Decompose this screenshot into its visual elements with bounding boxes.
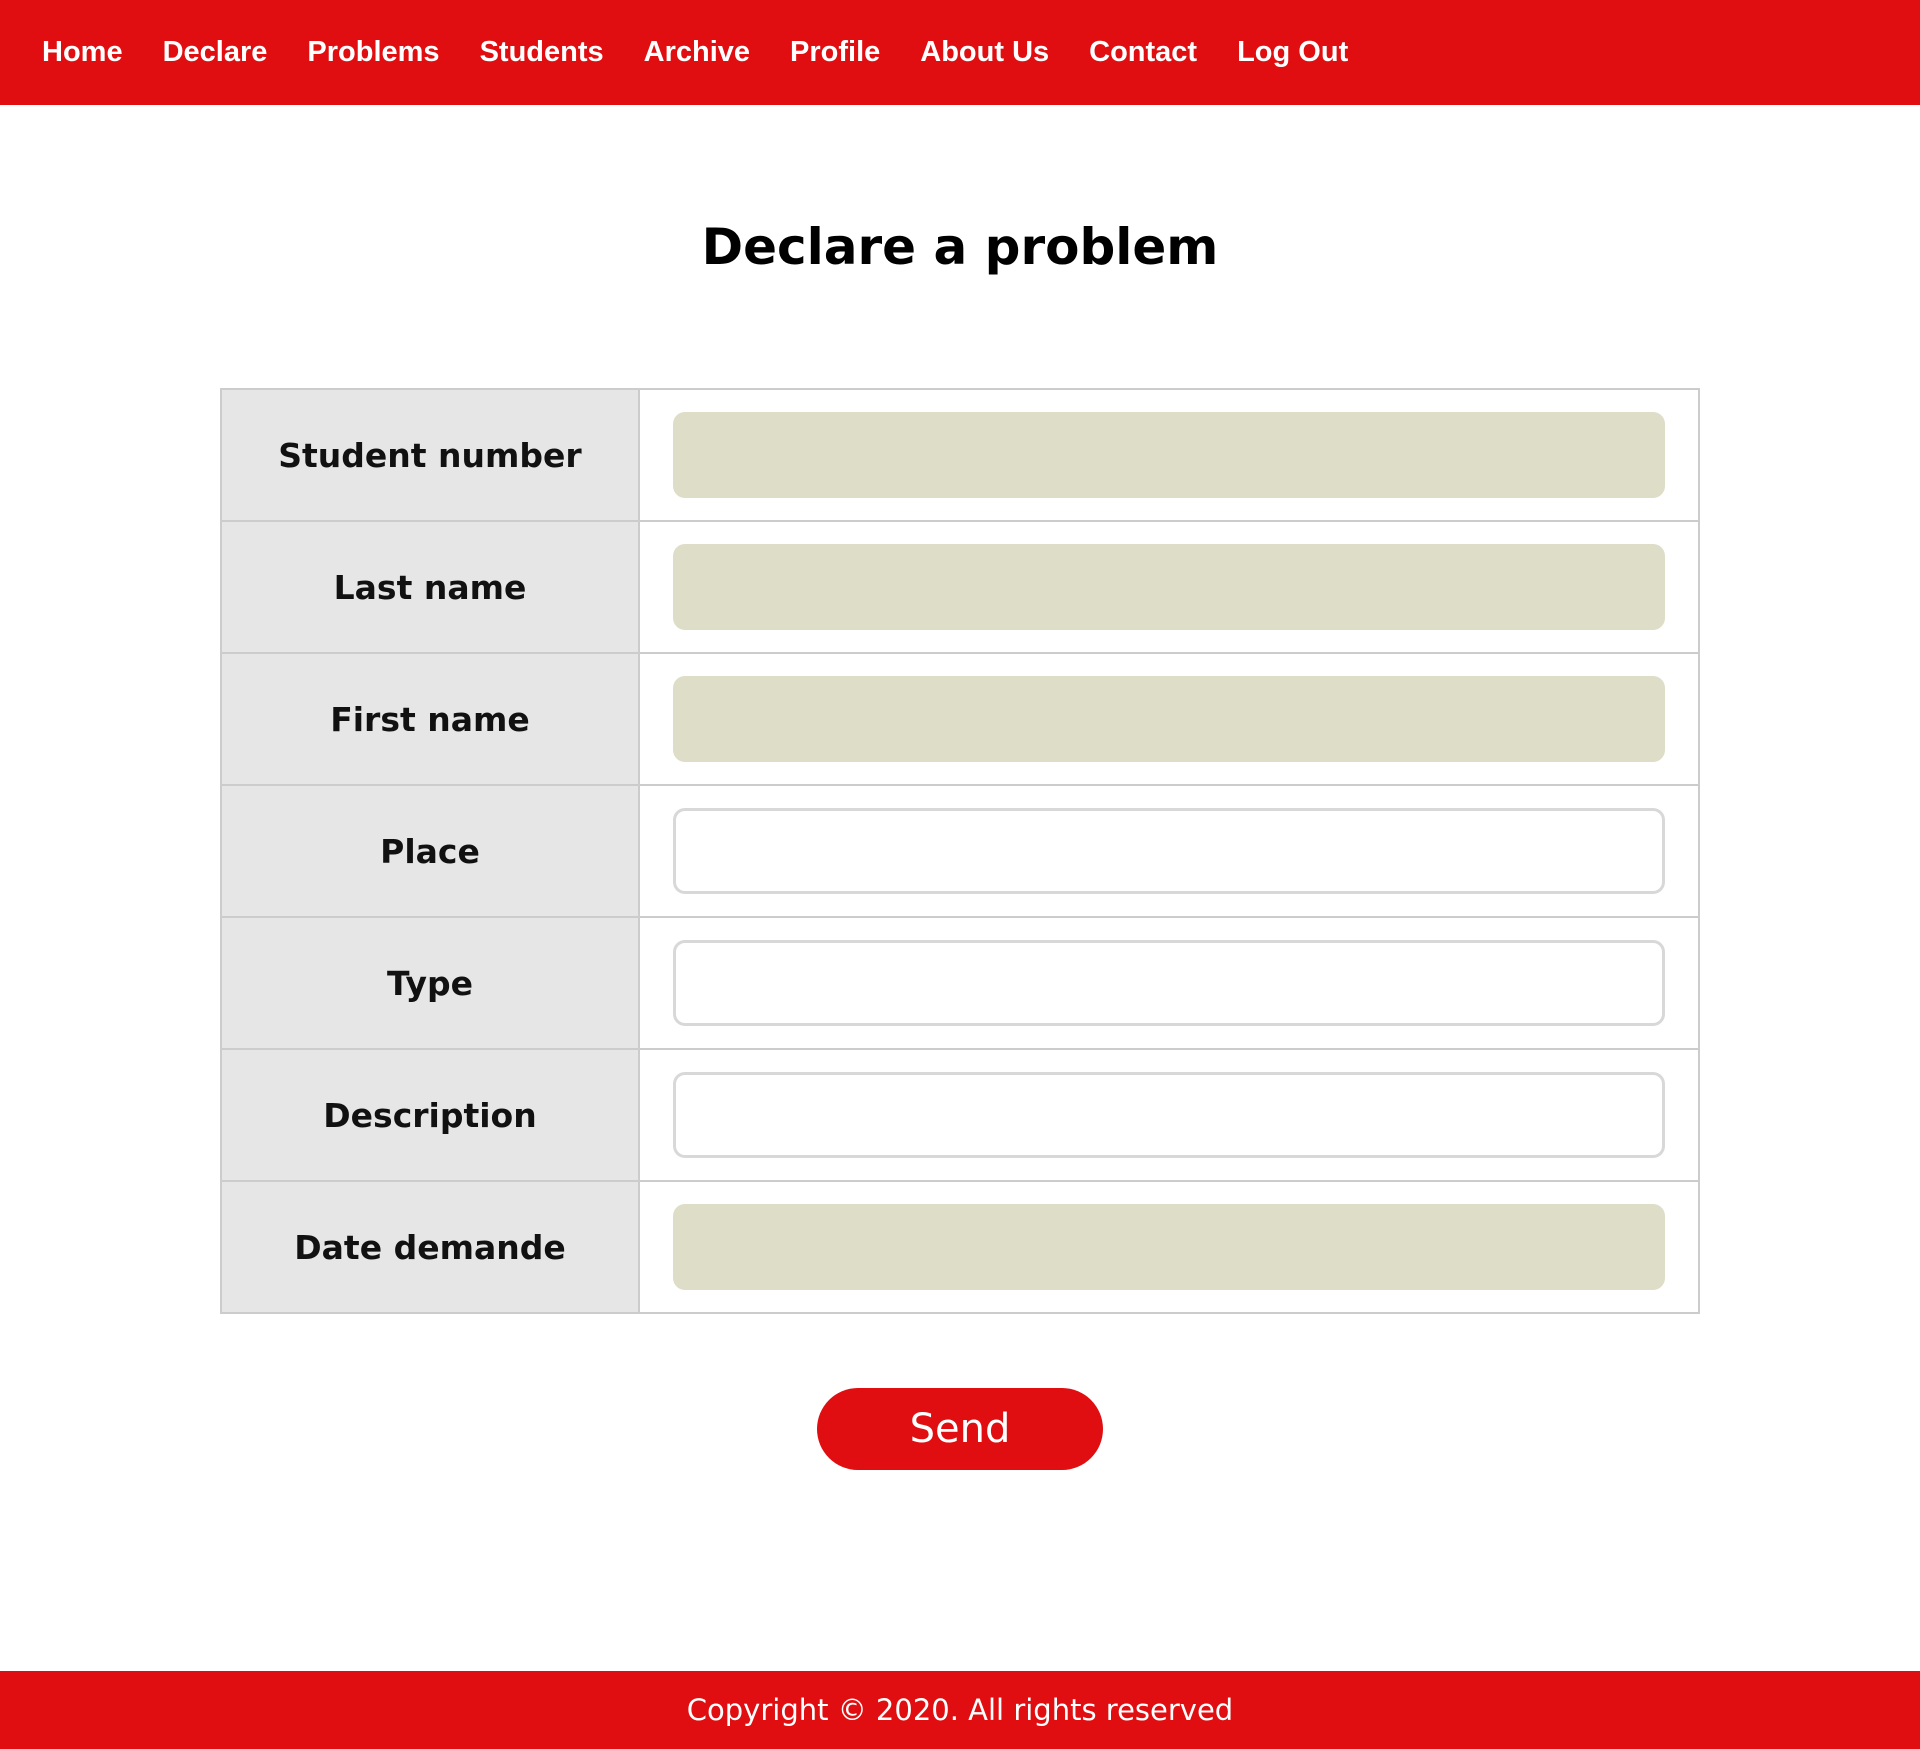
declare-problem-form: Student number Last name First name Plac… [220, 388, 1700, 1314]
place-label: Place [220, 784, 640, 918]
description-label: Description [220, 1048, 640, 1182]
nav-profile-link[interactable]: Profile [790, 36, 880, 69]
place-input[interactable] [673, 808, 1665, 894]
page-title: Declare a problem [701, 218, 1219, 276]
form-row-description: Description [220, 1048, 1700, 1182]
student-number-field[interactable] [673, 412, 1665, 498]
date-demande-field[interactable] [673, 1204, 1665, 1290]
nav-log-out-link[interactable]: Log Out [1237, 36, 1348, 69]
description-cell [638, 1048, 1700, 1182]
description-input[interactable] [673, 1072, 1665, 1158]
type-input[interactable] [673, 940, 1665, 1026]
nav-problems-link[interactable]: Problems [307, 36, 439, 69]
nav-home-link[interactable]: Home [42, 36, 123, 69]
last-name-field[interactable] [673, 544, 1665, 630]
form-row-first-name: First name [220, 652, 1700, 786]
nav-contact-link[interactable]: Contact [1089, 36, 1197, 69]
nav-students-link[interactable]: Students [480, 36, 604, 69]
form-row-type: Type [220, 916, 1700, 1050]
form-row-date-demande: Date demande [220, 1180, 1700, 1314]
student-number-cell [638, 388, 1700, 522]
nav-about-us-link[interactable]: About Us [920, 36, 1049, 69]
page: Home Declare Problems Students Archive P… [0, 0, 1920, 1749]
place-cell [638, 784, 1700, 918]
student-number-label: Student number [220, 388, 640, 522]
top-navbar: Home Declare Problems Students Archive P… [0, 0, 1920, 105]
copyright-text: Copyright © 2020. All rights reserved [686, 1693, 1234, 1727]
nav-declare-link[interactable]: Declare [163, 36, 268, 69]
send-button[interactable]: Send [817, 1388, 1103, 1470]
type-cell [638, 916, 1700, 1050]
nav-archive-link[interactable]: Archive [644, 36, 750, 69]
last-name-cell [638, 520, 1700, 654]
date-demande-label: Date demande [220, 1180, 640, 1314]
form-row-last-name: Last name [220, 520, 1700, 654]
form-row-place: Place [220, 784, 1700, 918]
form-row-student-number: Student number [220, 388, 1700, 522]
footer: Copyright © 2020. All rights reserved [0, 1671, 1920, 1749]
last-name-label: Last name [220, 520, 640, 654]
type-label: Type [220, 916, 640, 1050]
first-name-cell [638, 652, 1700, 786]
date-demande-cell [638, 1180, 1700, 1314]
first-name-field[interactable] [673, 676, 1665, 762]
first-name-label: First name [220, 652, 640, 786]
